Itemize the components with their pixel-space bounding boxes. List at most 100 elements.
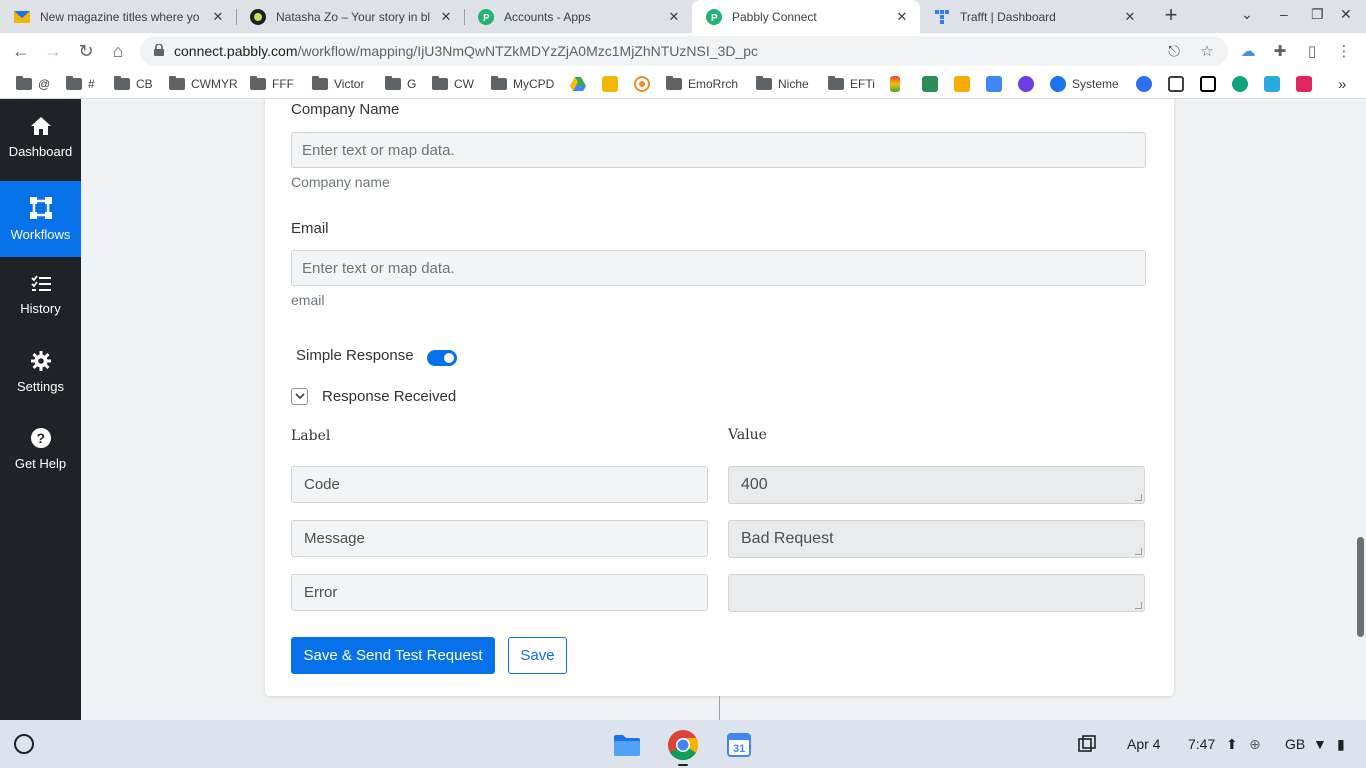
save-button[interactable]: Save bbox=[508, 637, 567, 674]
notion-icon[interactable] bbox=[1200, 75, 1216, 93]
bookmark-folder[interactable]: MyCPD bbox=[491, 75, 554, 93]
bookmark-folder[interactable]: CB bbox=[114, 75, 153, 93]
bookmark-app-icon[interactable] bbox=[1232, 75, 1248, 93]
bookmark-folder[interactable]: CW bbox=[432, 75, 474, 93]
extensions-icon[interactable]: ✚ bbox=[1270, 41, 1290, 61]
bookmark-folder[interactable]: FFF bbox=[250, 75, 294, 93]
bookmark-app-icon[interactable] bbox=[890, 75, 900, 93]
tab-search-icon[interactable]: ⌄ bbox=[1241, 6, 1253, 23]
bookmark-app-icon[interactable] bbox=[922, 75, 938, 93]
folder-icon bbox=[66, 76, 82, 90]
bookmark-folder[interactable]: EmoRrch bbox=[666, 75, 738, 93]
menu-icon[interactable]: ⋮ bbox=[1334, 41, 1354, 61]
bookmark-app-icon[interactable] bbox=[986, 75, 1002, 93]
tab-magazine[interactable]: New magazine titles where yo ✕ bbox=[0, 0, 236, 33]
sidebar-item-label: Get Help bbox=[14, 455, 67, 471]
bookmark-label: EmoRrch bbox=[688, 77, 739, 91]
back-icon[interactable]: ← bbox=[10, 40, 32, 62]
email-label: Email bbox=[291, 220, 329, 237]
drive-icon[interactable] bbox=[570, 75, 586, 93]
close-icon[interactable]: ✕ bbox=[894, 9, 910, 25]
forward-icon[interactable]: → bbox=[42, 40, 64, 62]
bookmark-systeme[interactable]: Systeme bbox=[1050, 75, 1119, 93]
reload-icon[interactable]: ↻ bbox=[75, 40, 97, 62]
time-label[interactable]: 7:47 bbox=[1188, 736, 1215, 752]
response-value-error[interactable] bbox=[728, 574, 1145, 612]
save-send-test-request-button[interactable]: Save & Send Test Request bbox=[291, 637, 495, 674]
sidebar-item-dashboard[interactable]: Dashboard bbox=[0, 99, 81, 175]
sidebar-item-history[interactable]: History bbox=[0, 257, 81, 333]
tab-accounts[interactable]: P Accounts - Apps ✕ bbox=[464, 0, 692, 33]
simple-response-toggle[interactable] bbox=[427, 350, 457, 366]
share-icon[interactable]: ⎋ bbox=[1164, 41, 1184, 61]
url-host: connect.pabbly.com bbox=[174, 43, 298, 59]
mail-icon bbox=[14, 9, 30, 25]
bookmark-label: Systeme bbox=[1072, 77, 1119, 91]
bookmark-folder[interactable]: Niche bbox=[756, 75, 809, 93]
date-label[interactable]: Apr 4 bbox=[1127, 736, 1160, 752]
sidebar-item-settings[interactable]: Settings bbox=[0, 334, 81, 410]
bookmark-app-icon[interactable] bbox=[1136, 75, 1152, 93]
files-icon[interactable] bbox=[610, 728, 644, 762]
calendar-icon[interactable]: 31 bbox=[722, 728, 756, 762]
bookmark-app-icon[interactable] bbox=[1264, 75, 1280, 93]
close-icon[interactable]: ✕ bbox=[210, 9, 226, 25]
close-icon[interactable]: ✕ bbox=[438, 9, 454, 25]
launcher-icon[interactable] bbox=[14, 734, 34, 754]
target-icon[interactable] bbox=[634, 75, 650, 93]
battery-icon: ▮ bbox=[1337, 736, 1345, 752]
calendar-icon[interactable] bbox=[1168, 75, 1184, 93]
company-name-input[interactable]: Enter text or map data. bbox=[291, 132, 1146, 168]
folder-icon bbox=[491, 76, 507, 90]
cloud-icon[interactable]: ☁ bbox=[1238, 41, 1258, 61]
scrollbar-thumb[interactable] bbox=[1357, 537, 1364, 637]
response-value-code[interactable]: 400 bbox=[728, 466, 1145, 504]
keyboard-layout[interactable]: GB bbox=[1285, 736, 1305, 752]
bookmark-folder[interactable]: G bbox=[385, 75, 416, 93]
response-label-message[interactable]: Message bbox=[291, 520, 708, 557]
close-window-icon[interactable]: ✕ bbox=[1340, 6, 1352, 23]
bookmark-app-icon[interactable] bbox=[1296, 75, 1312, 93]
bookmark-folder[interactable]: @ bbox=[16, 75, 50, 93]
new-tab-button[interactable]: + bbox=[1160, 4, 1182, 28]
tab-trafft[interactable]: Trafft | Dashboard ✕ bbox=[920, 0, 1148, 33]
star-icon[interactable]: ☆ bbox=[1197, 41, 1217, 61]
close-icon[interactable]: ✕ bbox=[666, 9, 682, 25]
tab-pabbly-connect[interactable]: P Pabbly Connect ✕ bbox=[692, 0, 920, 33]
close-icon[interactable]: ✕ bbox=[1122, 9, 1138, 25]
pabbly-icon: P bbox=[706, 8, 722, 25]
mail-icon[interactable] bbox=[602, 75, 618, 93]
minimize-icon[interactable]: – bbox=[1280, 6, 1288, 22]
restore-icon[interactable]: ❐ bbox=[1311, 6, 1324, 23]
sidepanel-icon[interactable]: ▯ bbox=[1302, 41, 1322, 61]
email-input[interactable]: Enter text or map data. bbox=[291, 250, 1146, 286]
simple-response-label: Simple Response bbox=[296, 347, 414, 364]
bookmark-label: # bbox=[88, 77, 95, 91]
value-column-header: Value bbox=[728, 427, 767, 443]
chevron-down-icon[interactable] bbox=[291, 388, 308, 405]
response-value-message[interactable]: Bad Request bbox=[728, 520, 1145, 558]
sidebar-item-get-help[interactable]: ? Get Help bbox=[0, 411, 81, 487]
lock-icon bbox=[154, 44, 164, 56]
sidebar-item-label: Settings bbox=[17, 378, 64, 394]
bookmarks-bar: @ # CB CWMYR FFF Victor G CW MyCPD EmoRr… bbox=[0, 69, 1366, 99]
bookmark-folder[interactable]: CWMYR bbox=[169, 75, 238, 93]
tab-natasha[interactable]: Natasha Zo – Your story in bl ✕ bbox=[236, 0, 464, 33]
bookmark-app-icon[interactable] bbox=[954, 75, 970, 93]
home-icon[interactable]: ⌂ bbox=[107, 40, 129, 62]
bookmark-label: MyCPD bbox=[513, 77, 555, 91]
bookmark-app-icon[interactable] bbox=[1018, 75, 1034, 93]
sidebar-item-workflows[interactable]: Workflows bbox=[0, 181, 81, 257]
response-label-error[interactable]: Error bbox=[291, 574, 708, 611]
bookmarks-overflow[interactable]: » bbox=[1338, 75, 1346, 93]
svg-text:31: 31 bbox=[733, 743, 745, 755]
bookmark-folder[interactable]: # bbox=[66, 75, 95, 93]
screenshot-tray-icon[interactable] bbox=[1072, 729, 1102, 759]
bookmark-folder[interactable]: Victor bbox=[312, 75, 364, 93]
folder-icon bbox=[828, 76, 844, 90]
bookmark-folder[interactable]: EFTi bbox=[828, 75, 875, 93]
chrome-icon[interactable] bbox=[666, 728, 700, 762]
address-bar[interactable]: connect.pabbly.com/workflow/mapping/IjU3… bbox=[140, 36, 1228, 66]
folder-icon bbox=[16, 76, 32, 90]
response-label-code[interactable]: Code bbox=[291, 466, 708, 503]
